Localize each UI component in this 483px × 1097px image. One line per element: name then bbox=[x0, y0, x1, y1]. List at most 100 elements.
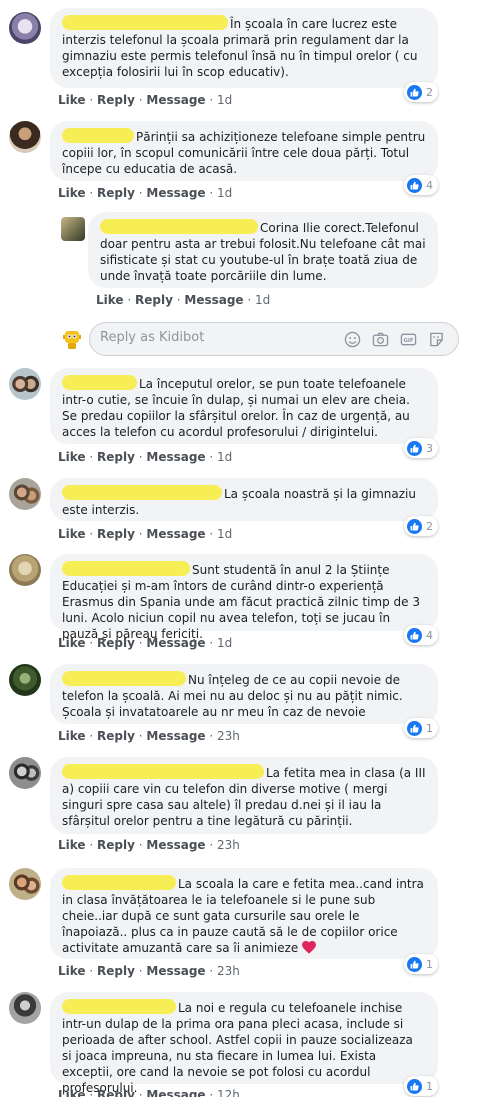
message-button[interactable]: Message bbox=[184, 293, 243, 307]
comment-time[interactable]: 1d bbox=[217, 450, 232, 464]
reaction-count[interactable]: 1 bbox=[404, 1076, 438, 1096]
comment-text: La noi e regula cu telefoanele inchise i… bbox=[62, 1001, 413, 1095]
comment-actions: Like · Reply · Message · 1d bbox=[58, 186, 233, 200]
commenter-name-redacted[interactable] bbox=[100, 219, 258, 234]
comment-actions: Like · Reply · Message · 1d bbox=[58, 93, 233, 107]
like-button[interactable]: Like bbox=[58, 838, 86, 852]
reply-input[interactable] bbox=[100, 330, 320, 345]
like-button[interactable]: Like bbox=[58, 729, 86, 743]
comment-bubble: Părinții sa achiziționeze telefoane simp… bbox=[50, 121, 438, 181]
reaction-count[interactable]: 1 bbox=[404, 718, 438, 738]
sticker-icon[interactable] bbox=[428, 331, 445, 348]
message-button[interactable]: Message bbox=[146, 93, 205, 107]
comment-time[interactable]: 1d bbox=[217, 93, 232, 107]
comment-time[interactable]: 1d bbox=[217, 186, 232, 200]
comment-time[interactable]: 12h bbox=[217, 1088, 240, 1097]
comment-time[interactable]: 1d bbox=[217, 636, 232, 650]
avatar[interactable] bbox=[61, 217, 85, 241]
like-button[interactable]: Like bbox=[58, 93, 86, 107]
comment-actions: Like · Reply · Message · 12h bbox=[58, 1088, 240, 1097]
message-button[interactable]: Message bbox=[146, 838, 205, 852]
comment-time[interactable]: 23h bbox=[217, 729, 240, 743]
reaction-count[interactable]: 3 bbox=[404, 438, 438, 458]
reply-button[interactable]: Reply bbox=[97, 450, 135, 464]
reaction-count[interactable]: 4 bbox=[404, 175, 438, 195]
reaction-count[interactable]: 2 bbox=[404, 82, 438, 102]
kidibot-avatar bbox=[60, 327, 84, 351]
comment-actions: Like · Reply · Message · 1d bbox=[58, 636, 233, 650]
reply-button[interactable]: Reply bbox=[97, 964, 135, 978]
reply-button[interactable]: Reply bbox=[97, 636, 135, 650]
avatar[interactable] bbox=[9, 368, 41, 400]
comment-actions: Like · Reply · Message · 23h bbox=[58, 729, 240, 743]
commenter-name-redacted[interactable] bbox=[62, 128, 134, 143]
like-button[interactable]: Like bbox=[58, 186, 86, 200]
commenter-name-redacted[interactable] bbox=[62, 764, 264, 779]
like-reaction-icon bbox=[407, 84, 422, 100]
like-button[interactable]: Like bbox=[96, 293, 124, 307]
comment-time[interactable]: 1d bbox=[255, 293, 270, 307]
commenter-name-redacted[interactable] bbox=[62, 999, 176, 1014]
comment-actions: Like · Reply · Message · 1d bbox=[58, 450, 233, 464]
comment-bubble: La noi e regula cu telefoanele inchise i… bbox=[50, 992, 438, 1095]
commenter-name-redacted[interactable] bbox=[62, 671, 186, 686]
like-reaction-icon bbox=[407, 440, 422, 456]
message-button[interactable]: Message bbox=[146, 964, 205, 978]
like-button[interactable]: Like bbox=[58, 527, 86, 541]
reply-button[interactable]: Reply bbox=[135, 293, 173, 307]
like-button[interactable]: Like bbox=[58, 964, 86, 978]
like-reaction-icon bbox=[407, 1078, 422, 1094]
reply-button[interactable]: Reply bbox=[97, 838, 135, 852]
reaction-count[interactable]: 4 bbox=[404, 625, 438, 645]
emoji-icon[interactable] bbox=[344, 331, 361, 348]
message-button[interactable]: Message bbox=[146, 1088, 205, 1097]
comment-bubble: La scoala la care e fetita mea..cand int… bbox=[50, 868, 438, 959]
reaction-count[interactable]: 1 bbox=[404, 954, 438, 974]
avatar[interactable] bbox=[9, 757, 41, 789]
reply-button[interactable]: Reply bbox=[97, 93, 135, 107]
comment-bubble: La școala noastră și la gimnaziu este in… bbox=[50, 478, 438, 521]
commenter-name-redacted[interactable] bbox=[62, 561, 190, 576]
avatar[interactable] bbox=[9, 868, 41, 900]
reaction-count[interactable]: 2 bbox=[404, 516, 438, 536]
reply-button[interactable]: Reply bbox=[97, 186, 135, 200]
like-reaction-icon bbox=[407, 720, 422, 736]
avatar[interactable] bbox=[9, 992, 41, 1024]
commenter-name-redacted[interactable] bbox=[62, 15, 228, 30]
commenter-name-redacted[interactable] bbox=[62, 485, 222, 500]
commenter-name-redacted[interactable] bbox=[62, 375, 137, 390]
message-button[interactable]: Message bbox=[146, 729, 205, 743]
reply-button[interactable]: Reply bbox=[97, 729, 135, 743]
comment-actions: Like · Reply · Message · 23h bbox=[58, 964, 240, 978]
avatar[interactable] bbox=[9, 478, 41, 510]
message-button[interactable]: Message bbox=[146, 527, 205, 541]
like-button[interactable]: Like bbox=[58, 636, 86, 650]
reply-actions: Like · Reply · Message · 1d bbox=[96, 293, 271, 307]
svg-text:GIF: GIF bbox=[404, 338, 414, 344]
comment-bubble: La începutul orelor, se pun toate telefo… bbox=[50, 368, 438, 444]
comment-actions: Like · Reply · Message · 23h bbox=[58, 838, 240, 852]
message-button[interactable]: Message bbox=[146, 450, 205, 464]
message-button[interactable]: Message bbox=[146, 636, 205, 650]
avatar[interactable] bbox=[9, 554, 41, 586]
reply-input-box[interactable]: GIF bbox=[89, 322, 459, 356]
avatar[interactable] bbox=[9, 664, 41, 696]
comment-actions: Like · Reply · Message · 1d bbox=[58, 527, 233, 541]
avatar[interactable] bbox=[9, 121, 41, 153]
commenter-name-redacted[interactable] bbox=[62, 875, 176, 890]
message-button[interactable]: Message bbox=[146, 186, 205, 200]
avatar[interactable] bbox=[9, 12, 41, 44]
like-button[interactable]: Like bbox=[58, 450, 86, 464]
comment-time[interactable]: 1d bbox=[217, 527, 232, 541]
comment-time[interactable]: 23h bbox=[217, 964, 240, 978]
reply-button[interactable]: Reply bbox=[97, 1088, 135, 1097]
like-button[interactable]: Like bbox=[58, 1088, 86, 1097]
like-reaction-icon bbox=[407, 956, 422, 972]
like-reaction-icon bbox=[407, 518, 422, 534]
camera-icon[interactable] bbox=[372, 331, 389, 348]
reply-button[interactable]: Reply bbox=[97, 527, 135, 541]
reply-bubble: Corina Ilie corect.Telefonul doar pentru… bbox=[88, 212, 438, 288]
like-reaction-icon bbox=[407, 177, 422, 193]
gif-icon[interactable]: GIF bbox=[400, 331, 417, 348]
comment-time[interactable]: 23h bbox=[217, 838, 240, 852]
